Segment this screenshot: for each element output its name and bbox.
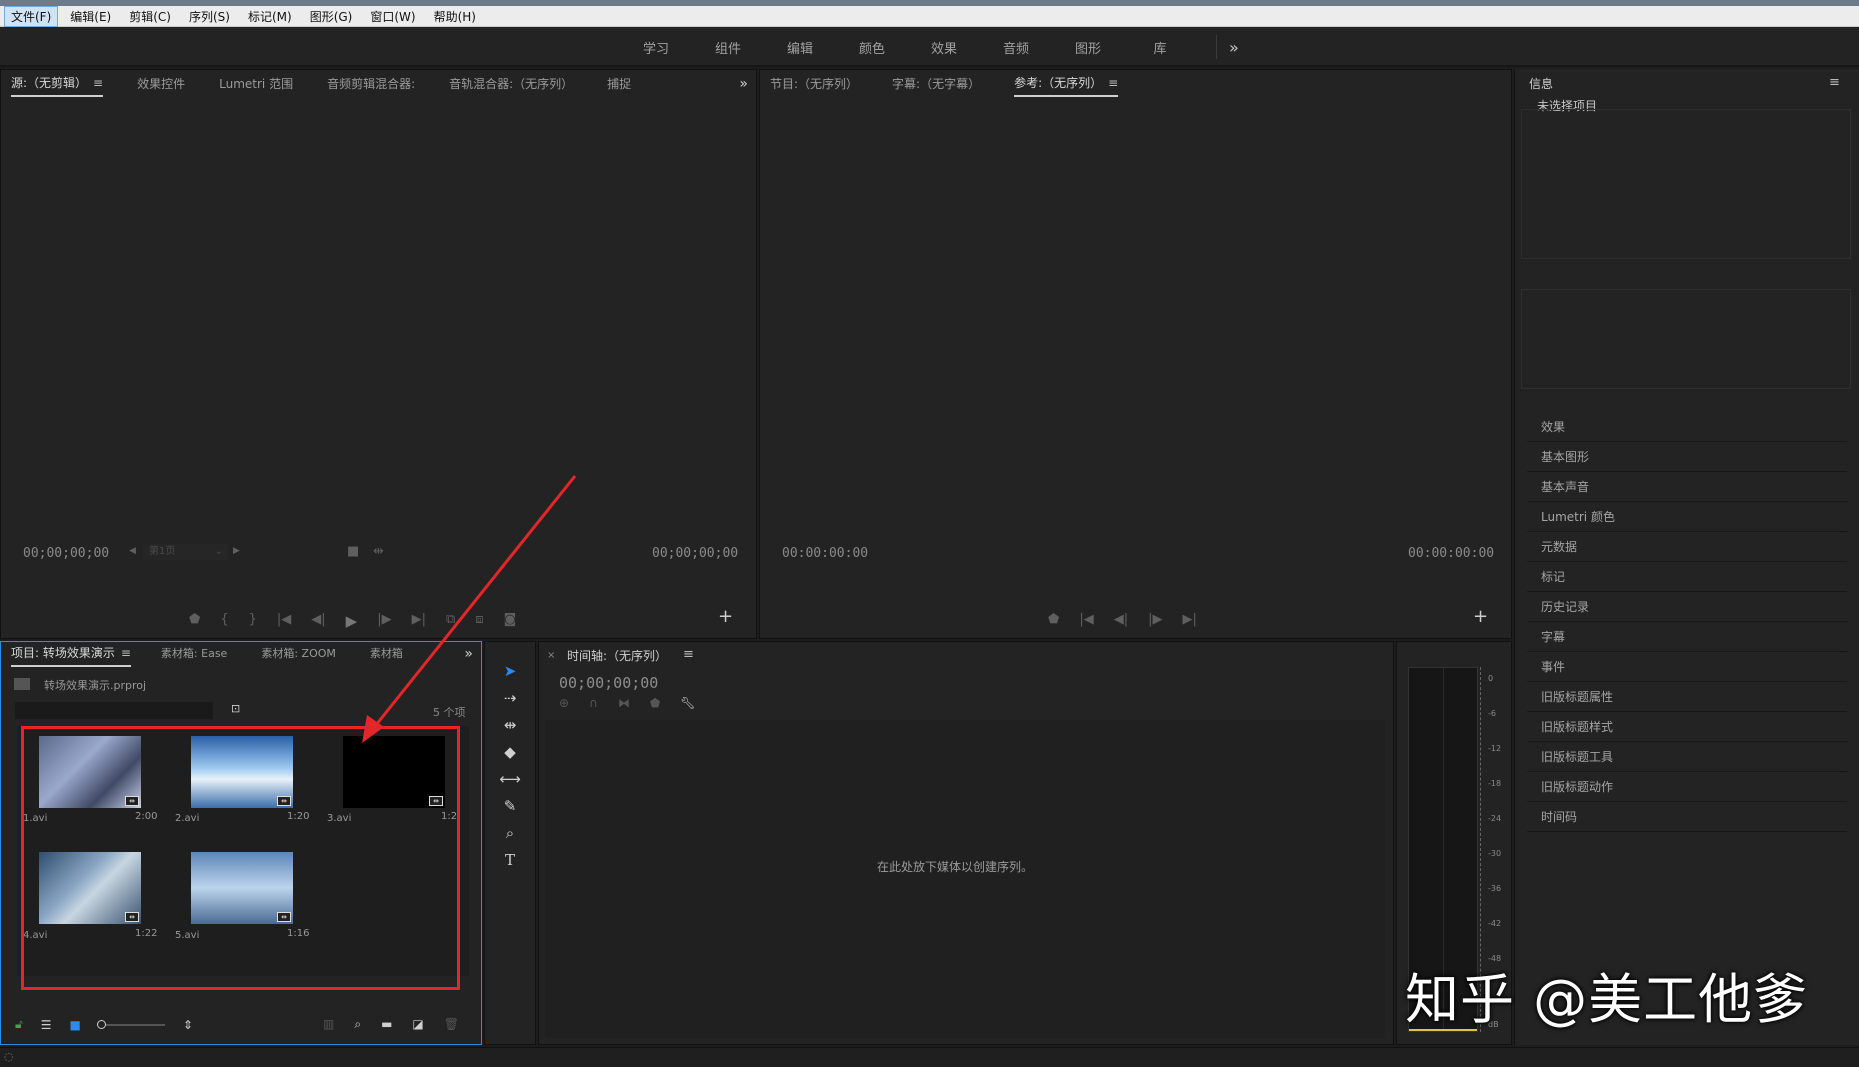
razor-tool-icon[interactable]: ◆ — [496, 743, 524, 767]
ripple-edit-tool-icon[interactable]: ⇹ — [496, 716, 524, 740]
snap-icon[interactable]: ∩ — [589, 696, 598, 710]
close-icon[interactable]: × — [547, 650, 555, 661]
timeline-panel: × 时间轴:（无序列） ≡ 00;00;00;00 ⊕ ∩ ⧓ ⬟ 🔧︎ 在此处… — [538, 641, 1394, 1045]
wrench-icon[interactable]: 🔧︎ — [680, 696, 695, 710]
zoom-tool-icon[interactable]: ⌕ — [496, 824, 524, 848]
nest-icon[interactable]: ⊕ — [559, 696, 569, 710]
track-select-tool-icon[interactable]: ⇢ — [496, 689, 524, 713]
status-icon: ◌ — [4, 1050, 14, 1063]
watermark-text: 知乎 @美工他爹 — [1405, 968, 1809, 1031]
meter-label: -18 — [1488, 779, 1502, 788]
meter-label: -36 — [1488, 884, 1502, 893]
status-bar: ◌ — [0, 1047, 1859, 1067]
timeline-timecode[interactable]: 00;00;00;00 — [559, 674, 658, 692]
meter-label: -42 — [1488, 919, 1502, 928]
meter-label: -24 — [1488, 814, 1502, 823]
slip-tool-icon[interactable]: ⟷ — [496, 770, 524, 794]
add-marker-icon[interactable]: ⬟ — [650, 696, 660, 710]
timeline-drop-hint: 在此处放下媒体以创建序列。 — [877, 860, 1034, 874]
timeline-tab-label[interactable]: 时间轴:（无序列） — [567, 647, 667, 664]
meter-label: -12 — [1488, 744, 1502, 753]
pen-tool-icon[interactable]: ✎ — [496, 797, 524, 821]
panel-menu-icon[interactable]: ≡ — [683, 647, 694, 662]
selection-tool-icon[interactable]: ➤ — [496, 662, 524, 686]
type-tool-icon[interactable]: T — [496, 851, 524, 875]
timeline-toolbar: ⊕ ∩ ⧓ ⬟ 🔧︎ — [559, 696, 696, 710]
timeline-drop-area[interactable] — [545, 720, 1385, 1038]
meter-label: 0 — [1488, 674, 1494, 683]
meter-label: -6 — [1488, 709, 1496, 718]
linked-selection-icon[interactable]: ⧓ — [618, 696, 630, 710]
meter-label: -30 — [1488, 849, 1502, 858]
